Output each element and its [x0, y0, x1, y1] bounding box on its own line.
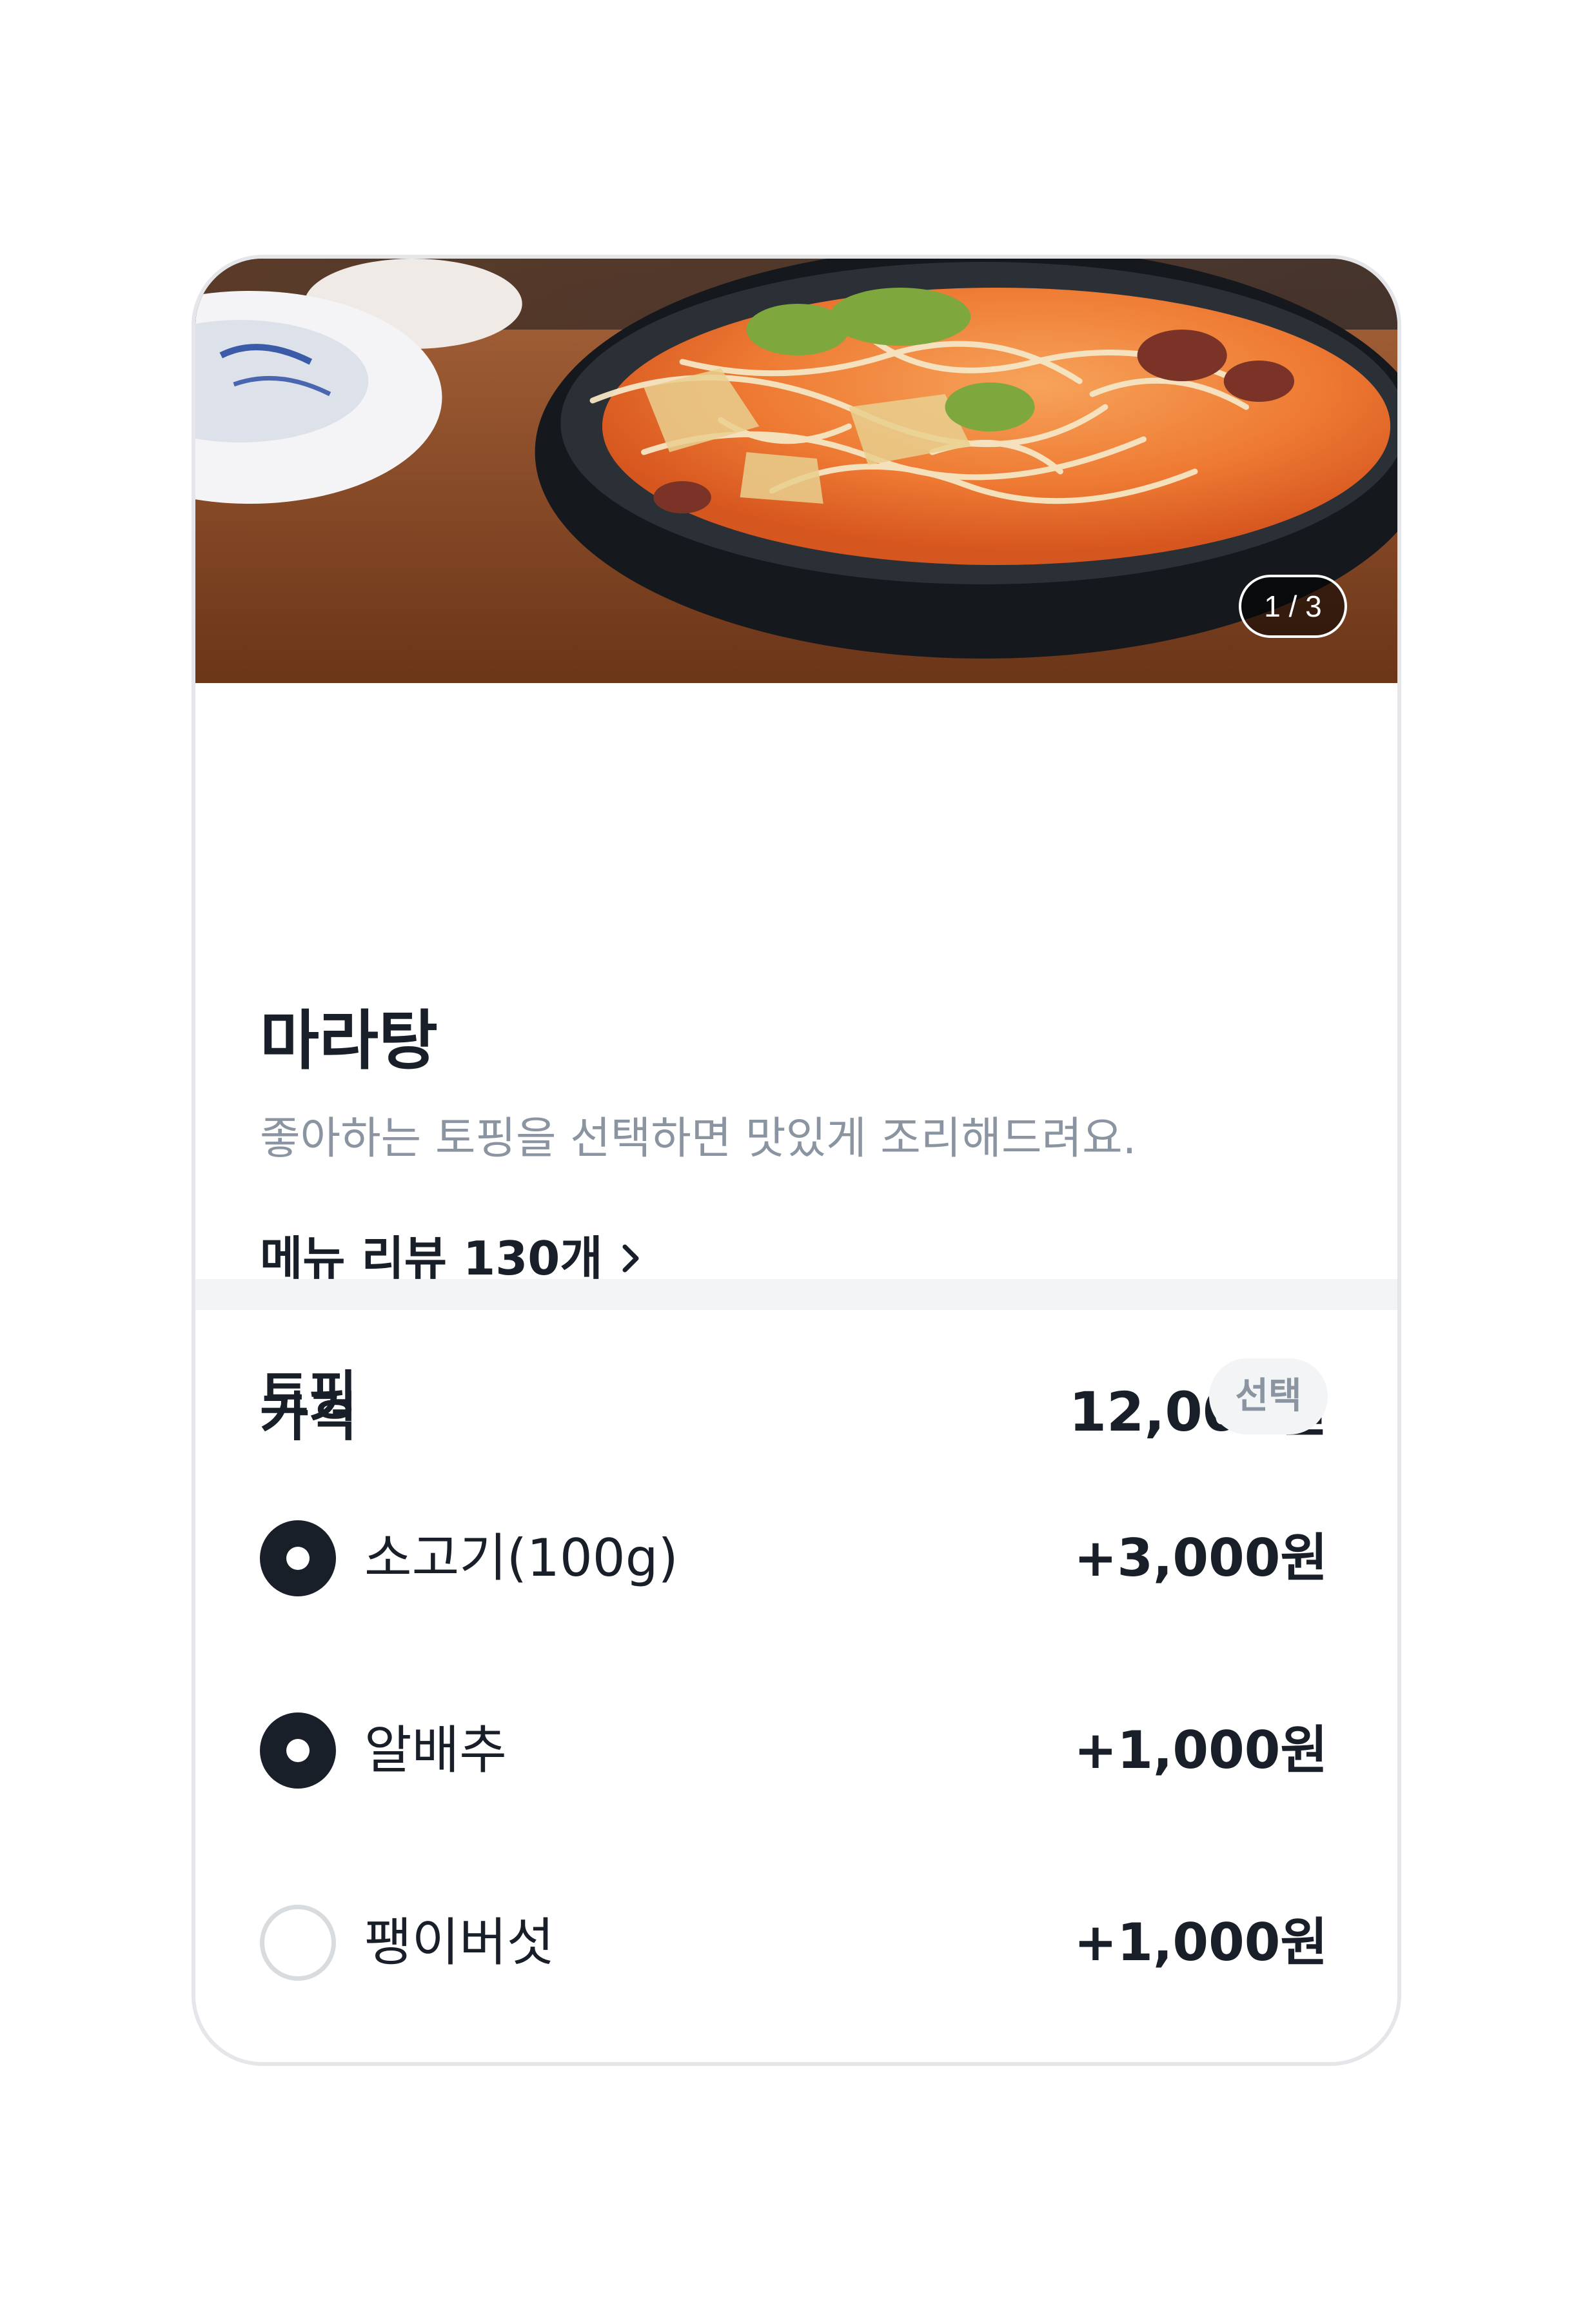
menu-description: 좋아하는 토핑을 선택하면 맛있게 조리해드려요.: [260, 1113, 1137, 1164]
topping-option-beef[interactable]: 소고기(100g) +3,000원: [260, 1516, 1328, 1600]
optional-badge: 선택: [1209, 1358, 1328, 1434]
toppings-title: 토핑: [260, 1365, 357, 1427]
topping-name: 알배추: [364, 1720, 507, 1780]
radio-selected-icon[interactable]: [260, 1712, 336, 1789]
menu-card: 1 / 3 마라탕 좋아하는 토핑을 선택하면 맛있게 조리해드려요. 메뉴 리…: [192, 255, 1401, 2066]
topping-name: 팽이버섯: [364, 1912, 555, 1972]
menu-photo[interactable]: 1 / 3: [195, 259, 1397, 683]
topping-option-enoki-mushroom[interactable]: 팽이버섯 +1,000원: [260, 1901, 1328, 1985]
topping-option-napa-cabbage[interactable]: 알배추 +1,000원: [260, 1709, 1328, 1792]
topping-price: +1,000원: [1074, 1720, 1328, 1780]
radio-unselected-icon[interactable]: [260, 1905, 336, 1981]
topping-name: 소고기(100g): [364, 1528, 678, 1588]
image-page-indicator: 1 / 3: [1239, 575, 1347, 638]
topping-price: +3,000원: [1074, 1528, 1328, 1588]
topping-price: +1,000원: [1074, 1912, 1328, 1972]
mala-soup-photo: [195, 259, 1397, 683]
chevron-right-icon: [622, 1244, 639, 1273]
menu-title: 마라탕: [260, 1003, 438, 1078]
radio-selected-icon[interactable]: [260, 1520, 336, 1596]
section-divider: [195, 1279, 1397, 1310]
